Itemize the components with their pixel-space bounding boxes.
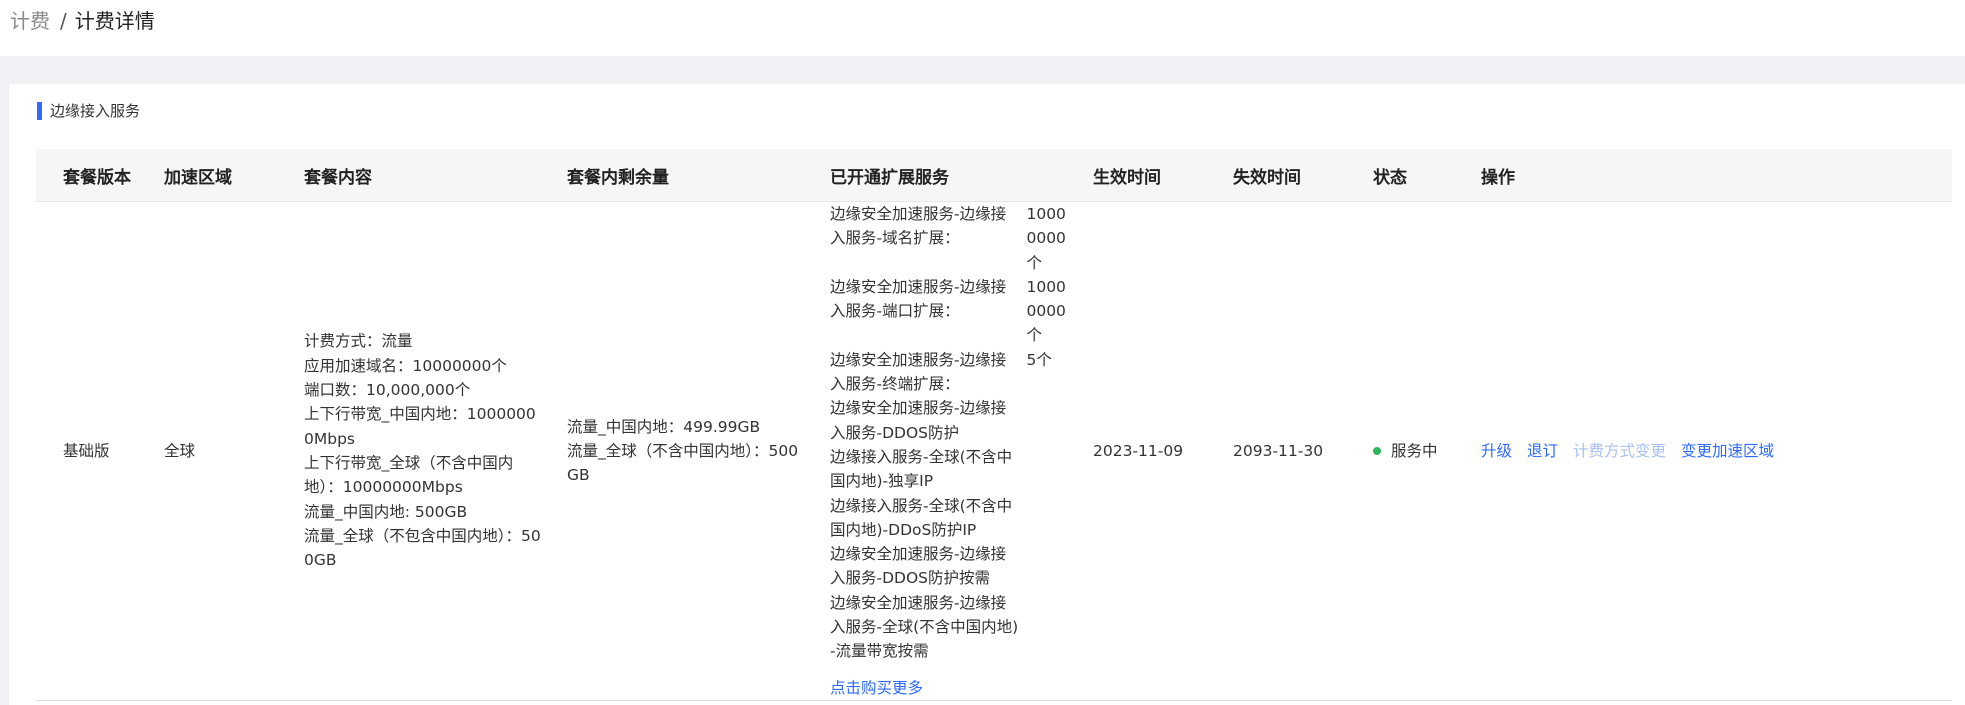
- content-item: 计费方式：流量: [304, 332, 413, 351]
- cell-remaining: 流量_中国内地：499.99GB 流量_全球（不含中国内地）：500GB: [567, 201, 830, 701]
- content-item: 应用加速域名：10000000个: [304, 356, 507, 375]
- change-billing-link: 计费方式变更: [1573, 441, 1667, 460]
- cell-content: 计费方式：流量 应用加速域名：10000000个 端口数：10,000,000个…: [304, 201, 567, 701]
- content-item: 上下行带宽_中国内地：10000000Mbps: [304, 405, 536, 448]
- header-status: 状态: [1373, 149, 1481, 202]
- unsubscribe-link[interactable]: 退订: [1527, 442, 1558, 460]
- change-region-link[interactable]: 变更加速区域: [1681, 442, 1774, 460]
- extension-list: 边缘安全加速服务-边缘接入服务-域名扩展： 10000000个 边缘安全加速服务-…: [830, 202, 1070, 700]
- table-header-row: 套餐版本 加速区域 套餐内容 套餐内剩余量 已开通扩展服务 生效时间 失效时间 …: [36, 149, 1952, 202]
- extension-item: 边缘安全加速服务-边缘接入服务-域名扩展： 10000000个: [830, 205, 1066, 272]
- cell-extensions: 边缘安全加速服务-边缘接入服务-域名扩展： 10000000个 边缘安全加速服务-…: [830, 201, 1093, 701]
- status-label: 服务中: [1391, 441, 1438, 460]
- header-actions: 操作: [1481, 149, 1952, 202]
- remaining-list: 流量_中国内地：499.99GB 流量_全球（不含中国内地）：500GB: [567, 415, 805, 488]
- section-title: 边缘接入服务: [37, 101, 140, 121]
- cell-status: 服务中: [1373, 201, 1481, 701]
- breadcrumb-root[interactable]: 计费: [10, 9, 50, 33]
- status-dot-icon: [1373, 446, 1381, 455]
- cell-end-date: 2093-11-30: [1233, 201, 1373, 701]
- header-extensions: 已开通扩展服务: [830, 149, 1093, 202]
- breadcrumb-separator: /: [60, 9, 67, 33]
- extension-item: 边缘安全加速服务-边缘接入服务-端口扩展： 10000000个: [830, 277, 1066, 345]
- header-version: 套餐版本: [36, 149, 164, 202]
- extension-item: 边缘接入服务-全球(不含中国内地)-独享IP: [830, 447, 1013, 491]
- content-item: 上下行带宽_全球（不含中国内地）：10000000Mbps: [304, 453, 514, 497]
- upgrade-link[interactable]: 升级: [1481, 442, 1512, 460]
- header-start-date: 生效时间: [1093, 149, 1233, 202]
- remaining-item: 流量_中国内地：499.99GB: [567, 417, 761, 436]
- breadcrumb: 计费 / 计费详情: [10, 9, 155, 33]
- cell-region: 全球: [164, 201, 304, 701]
- cell-start-date: 2023-11-09: [1093, 201, 1233, 701]
- content-item: 端口数：10,000,000个: [304, 381, 471, 400]
- header-content: 套餐内容: [304, 149, 567, 202]
- cell-version: 基础版: [36, 201, 164, 701]
- cell-actions: 升级 退订 计费方式变更 变更加速区域: [1481, 201, 1952, 701]
- breadcrumb-current: 计费详情: [74, 9, 155, 33]
- extension-item: 边缘安全加速服务-边缘接入服务-全球(不含中国内地)-流量带宽按需: [830, 593, 1019, 661]
- top-header: 计费 / 计费详情: [0, 0, 1965, 56]
- header-remaining: 套餐内剩余量: [567, 149, 830, 202]
- action-links: 升级 退订 计费方式变更 变更加速区域: [1481, 439, 1952, 463]
- extension-item: 边缘安全加速服务-边缘接入服务-DDOS防护: [830, 399, 1007, 442]
- status-badge: 服务中: [1373, 439, 1481, 463]
- content-item: 流量_全球（不包含中国内地）：500GB: [304, 526, 541, 570]
- package-content-list: 计费方式：流量 应用加速域名：10000000个 端口数：10,000,000个…: [304, 329, 542, 572]
- extension-item: 边缘接入服务-全球(不含中国内地)-DDoS防护IP: [830, 496, 1013, 539]
- service-card: 边缘接入服务 套餐版本 加速区域 套餐内容 套餐内剩余量 已开通扩展服务 生效时…: [9, 84, 1965, 705]
- extension-item: 边缘安全加速服务-边缘接入服务-终端扩展： 5个: [830, 350, 1052, 394]
- header-region: 加速区域: [164, 149, 304, 202]
- header-end-date: 失效时间: [1233, 149, 1373, 202]
- remaining-item: 流量_全球（不含中国内地）：500GB: [567, 441, 799, 485]
- package-table: 套餐版本 加速区域 套餐内容 套餐内剩余量 已开通扩展服务 生效时间 失效时间 …: [36, 149, 1952, 701]
- content-item: 流量_中国内地: 500GB: [304, 502, 468, 521]
- extension-item: 边缘安全加速服务-边缘接入服务-DDOS防护按需: [830, 545, 1007, 588]
- table-row: 基础版 全球 计费方式：流量 应用加速域名：10000000个 端口数：10,0…: [36, 201, 1952, 701]
- buy-more-link[interactable]: 点击购买更多: [830, 676, 923, 700]
